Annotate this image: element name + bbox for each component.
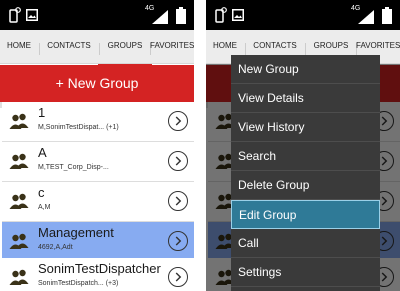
groups-screen-with-menu: 4G HOME CONTACTS GROUPS FAVORITES New Gr… bbox=[206, 0, 400, 291]
chevron-right-circle-icon[interactable] bbox=[168, 191, 188, 211]
group-row-1[interactable]: 1 M,SonimTestDispat... (+1) bbox=[2, 102, 194, 142]
chevron-right-circle-icon[interactable] bbox=[168, 267, 188, 287]
tab-bar: HOME CONTACTS GROUPS FAVORITES bbox=[0, 30, 194, 64]
group-members: M,SonimTestDispat... (+1) bbox=[38, 124, 119, 131]
group-people-icon bbox=[9, 193, 29, 209]
menu-item-call[interactable]: Call bbox=[231, 229, 380, 258]
phone-settings-icon bbox=[215, 7, 227, 23]
battery-icon bbox=[382, 7, 392, 24]
chevron-right-circle-icon[interactable] bbox=[168, 111, 188, 131]
group-name: 1 bbox=[38, 105, 46, 120]
options-menu: New Group View Details View History Sear… bbox=[231, 55, 380, 291]
phone-settings-icon bbox=[9, 7, 21, 23]
status-bar: 4G bbox=[0, 0, 194, 30]
group-name: A bbox=[38, 145, 47, 160]
group-members: 4692,A,Adt bbox=[38, 244, 73, 251]
battery-icon bbox=[176, 7, 186, 24]
signal-icon bbox=[152, 10, 168, 24]
menu-item-delete-group[interactable]: Delete Group bbox=[231, 171, 380, 200]
group-people-icon bbox=[9, 113, 29, 129]
menu-item-settings[interactable]: Settings bbox=[231, 258, 380, 287]
image-icon bbox=[26, 9, 38, 21]
menu-item-new-group[interactable]: New Group bbox=[231, 55, 380, 84]
group-row-a[interactable]: A M,TEST_Corp_Disp-... bbox=[2, 142, 194, 182]
group-people-icon bbox=[9, 153, 29, 169]
new-group-button[interactable]: + New Group bbox=[0, 65, 194, 102]
status-bar: 4G bbox=[206, 0, 400, 30]
menu-item-view-history[interactable]: View History bbox=[231, 113, 380, 142]
group-row-c[interactable]: c A,M bbox=[2, 182, 194, 222]
signal-icon bbox=[358, 10, 374, 24]
group-members: SonimTestDispatch... (+3) bbox=[38, 280, 119, 287]
tab-groups[interactable]: GROUPS bbox=[100, 30, 150, 64]
group-row-sonimtestdispatcher[interactable]: SonimTestDispatcher SonimTestDispatch...… bbox=[2, 258, 194, 291]
groups-screen: 4G HOME CONTACTS GROUPS FAVORITES + New … bbox=[0, 0, 194, 291]
group-members: M,TEST_Corp_Disp-... bbox=[38, 164, 109, 171]
group-name: Management bbox=[38, 225, 114, 240]
group-name: SonimTestDispatcher bbox=[38, 261, 161, 276]
tab-favorites[interactable]: FAVORITES bbox=[150, 30, 194, 64]
group-people-icon bbox=[9, 233, 29, 249]
menu-item-edit-group[interactable]: Edit Group bbox=[231, 200, 380, 229]
menu-item-search[interactable]: Search bbox=[231, 142, 380, 171]
group-people-icon bbox=[9, 269, 29, 285]
chevron-right-circle-icon[interactable] bbox=[168, 151, 188, 171]
menu-item-view-details[interactable]: View Details bbox=[231, 84, 380, 113]
group-members: A,M bbox=[38, 204, 51, 211]
tab-contacts[interactable]: CONTACTS bbox=[40, 30, 98, 64]
group-row-management[interactable]: Management 4692,A,Adt bbox=[2, 222, 194, 262]
image-icon bbox=[232, 9, 244, 21]
chevron-right-circle-icon[interactable] bbox=[168, 231, 188, 251]
group-name: c bbox=[38, 185, 45, 200]
tab-home[interactable]: HOME bbox=[0, 30, 38, 64]
